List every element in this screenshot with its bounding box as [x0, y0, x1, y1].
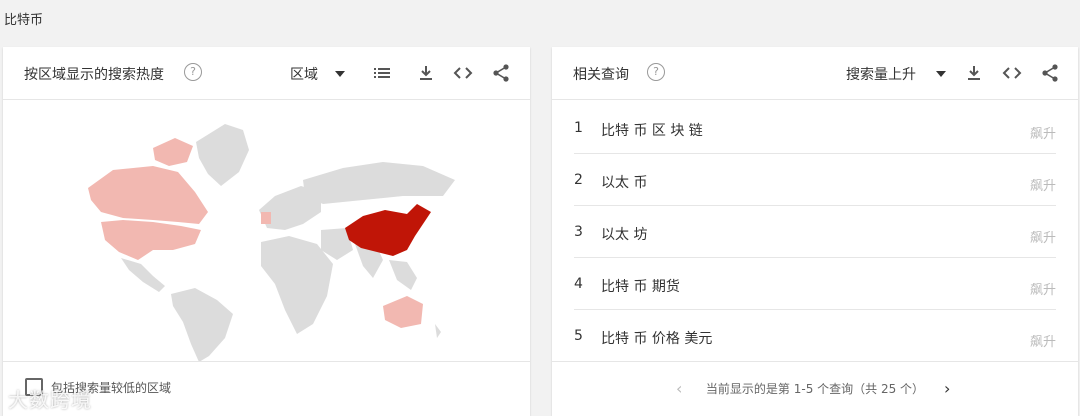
chevron-down-icon[interactable] [936, 71, 946, 77]
query-trend: 飙升 [1029, 127, 1056, 142]
query-trend: 飙升 [1029, 179, 1056, 194]
page-title: 比特币 [4, 13, 44, 28]
share-icon[interactable] [1039, 63, 1061, 83]
related-queries-card: 相关查询 ? 搜索量上升 1 比特 币 区 块 链 飙升 2 以太 币 飙升 3… [552, 47, 1078, 416]
watermark: 大数跨境 [8, 388, 92, 412]
query-trend: 飙升 [1029, 231, 1056, 246]
embed-icon[interactable] [452, 63, 474, 83]
download-icon[interactable] [963, 63, 985, 83]
region-interest-card: 按区域显示的搜索热度 ? 区域 包括搜索量较低的区域 [3, 47, 530, 416]
embed-icon[interactable] [1001, 63, 1023, 83]
query-rank: 5 [574, 328, 583, 344]
query-rank: 3 [574, 224, 583, 240]
world-map[interactable] [3, 100, 530, 362]
help-icon[interactable]: ? [184, 63, 202, 81]
pagination: ‹ 当前显示的是第 1-5 个查询（共 25 个） › [552, 379, 1078, 398]
share-icon[interactable] [490, 63, 512, 83]
query-text[interactable]: 比特 币 区 块 链 [601, 120, 703, 140]
query-text[interactable]: 比特 币 价格 美元 [601, 328, 712, 348]
sort-dropdown[interactable]: 搜索量上升 [846, 64, 916, 84]
region-dropdown[interactable]: 区域 [290, 64, 318, 84]
map-region-south-america [171, 288, 233, 362]
card-footer: ‹ 当前显示的是第 1-5 个查询（共 25 个） › [552, 361, 1078, 416]
query-rank: 1 [574, 120, 583, 136]
chevron-left-icon[interactable]: ‹ [676, 379, 682, 398]
map-region-canada [88, 166, 208, 224]
help-icon[interactable]: ? [647, 63, 665, 81]
map-region-nz [435, 324, 441, 338]
chevron-right-icon[interactable]: › [944, 379, 950, 398]
map-region-usa [101, 220, 201, 260]
query-text[interactable]: 以太 币 [601, 172, 647, 192]
card-title: 按区域显示的搜索热度 [24, 67, 164, 83]
query-rank: 2 [574, 172, 583, 188]
query-row[interactable]: 3 以太 坊 飙升 [574, 205, 1056, 258]
query-trend: 飙升 [1029, 283, 1056, 298]
card-title: 相关查询 [573, 67, 629, 83]
card-header: 相关查询 ? 搜索量上升 [552, 47, 1078, 100]
map-region-mexico [121, 258, 165, 292]
download-icon[interactable] [415, 63, 437, 83]
query-row[interactable]: 5 比特 币 价格 美元 飙升 [574, 309, 1056, 361]
map-region-australia [383, 296, 423, 328]
card-header: 按区域显示的搜索热度 ? 区域 [3, 47, 530, 100]
query-row[interactable]: 1 比特 币 区 块 链 飙升 [574, 101, 1056, 154]
query-text[interactable]: 以太 坊 [601, 224, 647, 244]
list-icon[interactable] [371, 63, 393, 83]
chevron-down-icon[interactable] [335, 71, 345, 77]
query-row[interactable]: 2 以太 币 飙升 [574, 153, 1056, 206]
query-row[interactable]: 4 比特 币 期货 飙升 [574, 257, 1056, 310]
query-text[interactable]: 比特 币 期货 [601, 276, 680, 296]
query-rank: 4 [574, 276, 583, 292]
map-region-russia [303, 162, 455, 204]
map-region-uk [261, 212, 271, 224]
map-region-se-asia [389, 260, 417, 290]
pagination-text: 当前显示的是第 1-5 个查询（共 25 个） [705, 382, 925, 396]
map-region-canada-north [153, 138, 193, 166]
map-region-greenland [196, 124, 249, 186]
query-trend: 飙升 [1029, 335, 1056, 350]
